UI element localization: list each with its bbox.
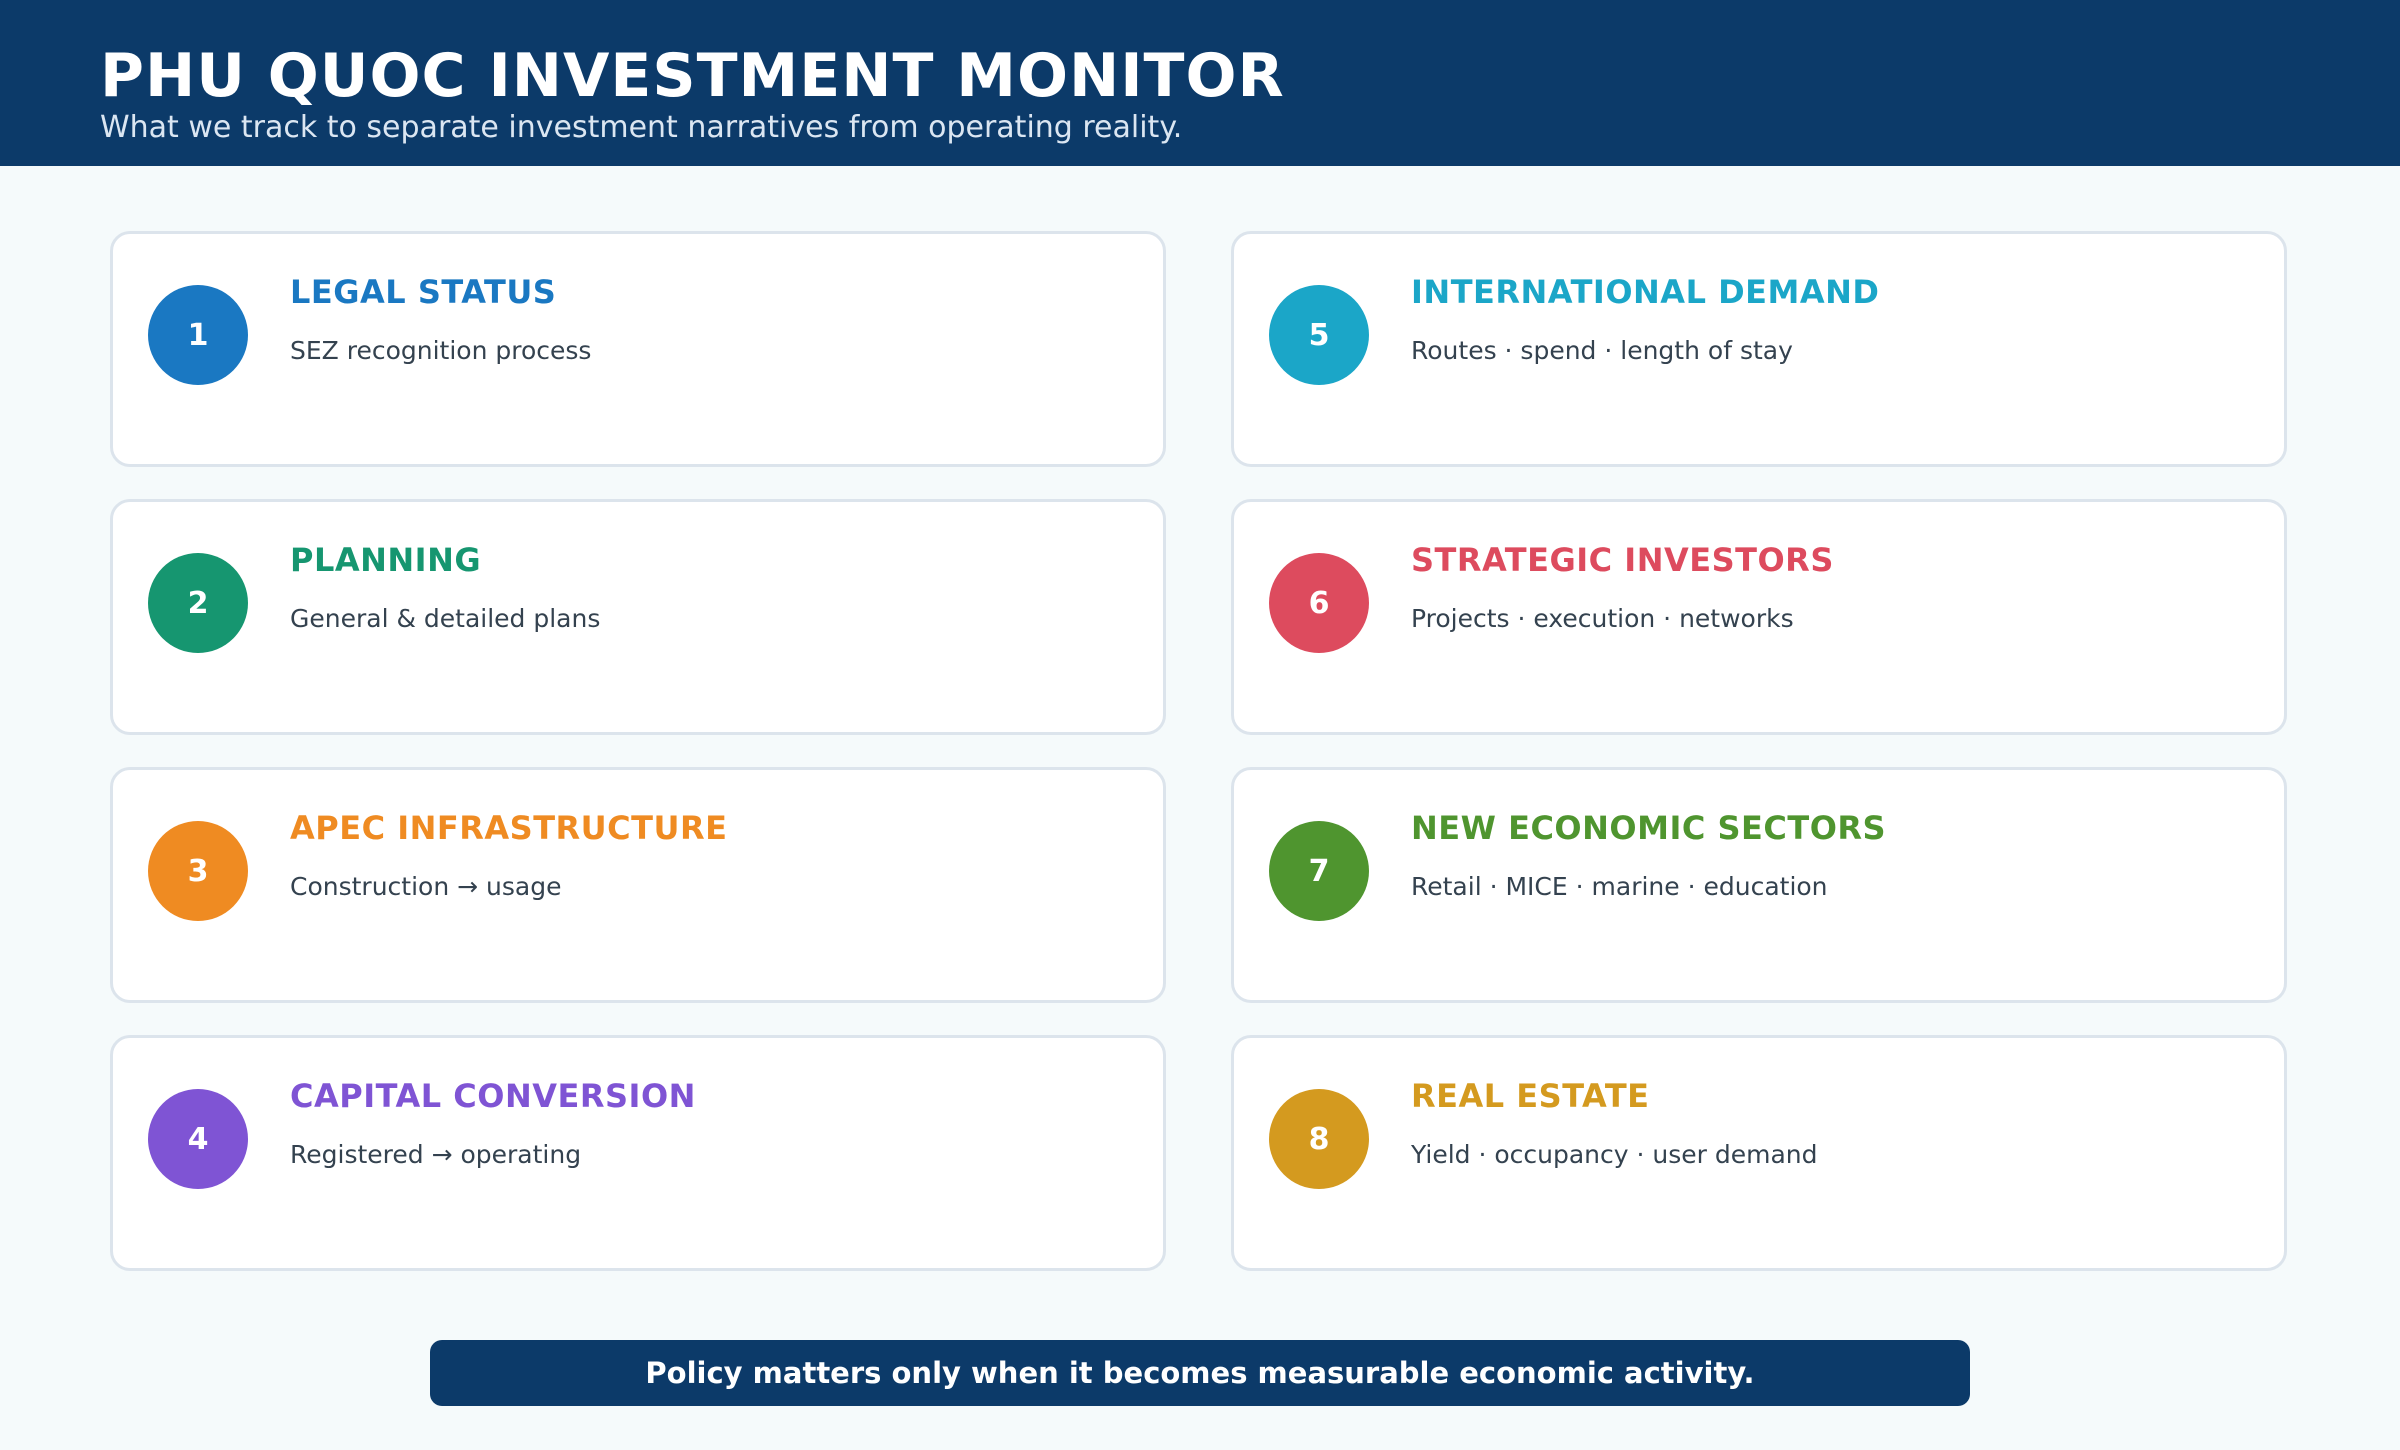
card-capital-conversion: 4 CAPITAL CONVERSION Registered → operat… [110,1035,1166,1271]
card-number-badge: 3 [148,821,248,921]
header-bar: PHU QUOC INVESTMENT MONITOR What we trac… [0,0,2400,166]
card-number-badge: 1 [148,285,248,385]
card-title: LEGAL STATUS [290,273,557,311]
card-real-estate: 8 REAL ESTATE Yield · occupancy · user d… [1231,1035,2287,1271]
card-planning: 2 PLANNING General & detailed plans [110,499,1166,735]
card-description: General & detailed plans [290,604,601,633]
page-subtitle: What we track to separate investment nar… [100,110,1183,145]
card-number-badge: 2 [148,553,248,653]
card-number-badge: 8 [1269,1089,1369,1189]
card-title: PLANNING [290,541,482,579]
card-strategic-investors: 6 STRATEGIC INVESTORS Projects · executi… [1231,499,2287,735]
footer-banner: Policy matters only when it becomes meas… [430,1340,1970,1406]
page-title: PHU QUOC INVESTMENT MONITOR [100,41,1285,111]
card-number-badge: 6 [1269,553,1369,653]
card-description: Routes · spend · length of stay [1411,336,1793,365]
card-description: Retail · MICE · marine · education [1411,872,1828,901]
card-number-badge: 4 [148,1089,248,1189]
card-description: Yield · occupancy · user demand [1411,1140,1818,1169]
card-title: APEC INFRASTRUCTURE [290,809,728,847]
card-international-demand: 5 INTERNATIONAL DEMAND Routes · spend · … [1231,231,2287,467]
card-description: SEZ recognition process [290,336,592,365]
card-new-economic-sectors: 7 NEW ECONOMIC SECTORS Retail · MICE · m… [1231,767,2287,1003]
card-title: STRATEGIC INVESTORS [1411,541,1834,579]
card-title: INTERNATIONAL DEMAND [1411,273,1880,311]
card-description: Projects · execution · networks [1411,604,1794,633]
card-description: Construction → usage [290,872,562,901]
card-description: Registered → operating [290,1140,582,1169]
card-title: REAL ESTATE [1411,1077,1650,1115]
card-number-badge: 7 [1269,821,1369,921]
card-title: CAPITAL CONVERSION [290,1077,696,1115]
card-title: NEW ECONOMIC SECTORS [1411,809,1887,847]
card-apec-infrastructure: 3 APEC INFRASTRUCTURE Construction → usa… [110,767,1166,1003]
card-number-badge: 5 [1269,285,1369,385]
card-legal-status: 1 LEGAL STATUS SEZ recognition process [110,231,1166,467]
